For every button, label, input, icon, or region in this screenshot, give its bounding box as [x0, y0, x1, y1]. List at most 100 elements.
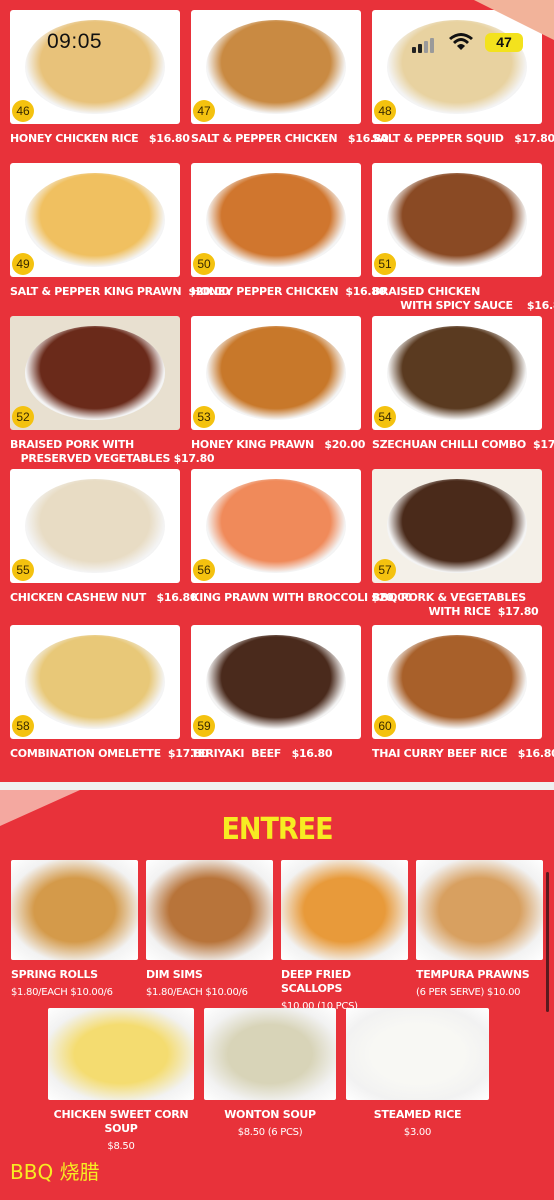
- dish-photo: 51: [372, 163, 542, 277]
- item-name-price: THAI CURRY BEEF RICE $16.80: [372, 747, 554, 760]
- item-name-price: HONEY PEPPER CHICKEN $16.80: [191, 285, 386, 298]
- entree-photo: [346, 1008, 489, 1100]
- dish-photo: 54: [372, 316, 542, 430]
- item-number-badge: 56: [193, 559, 215, 581]
- entree-price: $8.50: [107, 1141, 135, 1152]
- status-bar: 09:05 47: [0, 0, 554, 80]
- entree-price: $1.80/EACH $10.00/6: [146, 987, 248, 998]
- menu-item[interactable]: 55 CHICKEN CASHEW NUT $16.80: [10, 469, 198, 605]
- dish-photo: 52: [10, 316, 180, 430]
- entree-name: DEEP FRIED SCALLOPS: [281, 968, 351, 995]
- entree-item[interactable]: STEAMED RICE $3.00: [346, 1008, 489, 1139]
- menu-item[interactable]: 49 SALT & PEPPER KING PRAWN $20.00: [10, 163, 229, 299]
- menu-item[interactable]: 53 HONEY KING PRAWN $20.00: [191, 316, 366, 452]
- plate: [387, 326, 527, 420]
- item-number-badge: 60: [374, 715, 396, 737]
- entree-item[interactable]: SPRING ROLLS $1.80/EACH $10.00/6: [11, 860, 138, 999]
- item-number-badge: 52: [12, 406, 34, 428]
- menu-item[interactable]: 59 TERIYAKI BEEF $16.80: [191, 625, 361, 761]
- entree-item[interactable]: WONTON SOUP $8.50 (6 PCS): [204, 1008, 336, 1139]
- entree-photo: [48, 1008, 194, 1100]
- item-number-badge: 51: [374, 253, 396, 275]
- item-name-price: BRAISED PORK WITH PRESERVED VEGETABLES $…: [10, 438, 215, 465]
- scrollbar[interactable]: [546, 872, 549, 1012]
- bbq-heading: BBQ 烧腊: [10, 1160, 100, 1184]
- dish-photo: 60: [372, 625, 542, 739]
- entree-photo: [416, 860, 543, 960]
- item-number-badge: 50: [193, 253, 215, 275]
- menu-item[interactable]: 50 HONEY PEPPER CHICKEN $16.80: [191, 163, 386, 299]
- dish-photo: 49: [10, 163, 180, 277]
- item-number-badge: 46: [12, 100, 34, 122]
- menu-item[interactable]: 51 BRAISED CHICKEN WITH SPICY SAUCE $16.8…: [372, 163, 554, 313]
- dish-photo: 53: [191, 316, 361, 430]
- item-name-price: SALT & PEPPER CHICKEN $16.80: [191, 132, 389, 145]
- section-divider: [0, 782, 554, 790]
- entree-photo: [146, 860, 273, 960]
- item-name-price: HONEY CHICKEN RICE $16.80: [10, 132, 190, 145]
- item-name-price: SZECHUAN CHILLI COMBO $17.80: [372, 438, 554, 451]
- item-number-badge: 47: [193, 100, 215, 122]
- menu-item[interactable]: 54 SZECHUAN CHILLI COMBO $17.80: [372, 316, 554, 452]
- item-number-badge: 59: [193, 715, 215, 737]
- entree-title: ENTREE: [221, 812, 333, 847]
- entree-item[interactable]: CHICKEN SWEET CORN SOUP $8.50: [48, 1008, 194, 1153]
- item-name-price: BRAISED CHICKEN WITH SPICY SAUCE $16.80: [372, 285, 554, 312]
- entree-name: CHICKEN SWEET CORN SOUP: [53, 1108, 189, 1135]
- entree-name: DIM SIMS: [146, 968, 203, 981]
- entree-name: STEAMED RICE: [373, 1108, 462, 1121]
- entree-photo: [204, 1008, 336, 1100]
- cellular-signal-icon: [412, 34, 436, 53]
- item-number-badge: 57: [374, 559, 396, 581]
- entree-name: WONTON SOUP: [224, 1108, 316, 1121]
- plate: [25, 173, 165, 267]
- item-name-price: KING PRAWN WITH BROCCOLI $20.00: [191, 591, 412, 604]
- battery-indicator: 47: [485, 33, 523, 52]
- entree-item[interactable]: DEEP FRIED SCALLOPS $10.00 (10 PCS): [281, 860, 408, 1013]
- plate: [387, 635, 527, 729]
- item-name-price: HONEY KING PRAWN $20.00: [191, 438, 366, 451]
- entree-item[interactable]: DIM SIMS $1.80/EACH $10.00/6: [146, 860, 273, 999]
- plate: [206, 479, 346, 573]
- item-name-price: SALT & PEPPER SQUID $17.80: [372, 132, 554, 145]
- entree-photo: [281, 860, 408, 960]
- item-name-price: SALT & PEPPER KING PRAWN $20.00: [10, 285, 229, 298]
- item-name-price: BBQ PORK & VEGETABLES WITH RICE $17.80: [372, 591, 539, 618]
- entree-photo: [11, 860, 138, 960]
- entree-item[interactable]: TEMPURA PRAWNS (6 PER SERVE) $10.00: [416, 860, 543, 999]
- entree-price: $3.00: [403, 1127, 432, 1138]
- entree-price: (6 PER SERVE) $10.00: [416, 987, 521, 998]
- plate: [25, 635, 165, 729]
- dish-photo: 57: [372, 469, 542, 583]
- menu-item[interactable]: 52 BRAISED PORK WITH PRESERVED VEGETABLES…: [10, 316, 215, 466]
- menu-item[interactable]: 60 THAI CURRY BEEF RICE $16.80: [372, 625, 554, 761]
- dish-photo: 56: [191, 469, 361, 583]
- dish-photo: 50: [191, 163, 361, 277]
- entree-name: TEMPURA PRAWNS: [416, 968, 530, 981]
- menu-grid: 46 HONEY CHICKEN RICE $16.80 47 SALT & PEPP…: [10, 10, 554, 770]
- dish-photo: 59: [191, 625, 361, 739]
- plate: [387, 479, 527, 573]
- entree-price: $1.80/EACH $10.00/6: [11, 987, 113, 998]
- plate: [25, 479, 165, 573]
- item-number-badge: 58: [12, 715, 34, 737]
- item-number-badge: 48: [374, 100, 396, 122]
- item-name-price: COMBINATION OMELETTE $17.80: [10, 747, 209, 760]
- plate: [206, 173, 346, 267]
- plate: [206, 635, 346, 729]
- entree-price: $8.50 (6 PCS): [237, 1127, 303, 1138]
- item-name-price: CHICKEN CASHEW NUT $16.80: [10, 591, 198, 604]
- item-number-badge: 53: [193, 406, 215, 428]
- plate: [387, 173, 527, 267]
- item-name-price: TERIYAKI BEEF $16.80: [191, 747, 333, 760]
- status-time: 09:05: [47, 30, 103, 53]
- menu-item[interactable]: 57 BBQ PORK & VEGETABLES WITH RICE $17.80: [372, 469, 542, 619]
- item-number-badge: 54: [374, 406, 396, 428]
- dish-photo: 55: [10, 469, 180, 583]
- dish-photo: 58: [10, 625, 180, 739]
- entree-name: SPRING ROLLS: [11, 968, 98, 981]
- item-number-badge: 55: [12, 559, 34, 581]
- plate: [25, 326, 165, 420]
- menu-item[interactable]: 56 KING PRAWN WITH BROCCOLI $20.00: [191, 469, 412, 605]
- menu-item[interactable]: 58 COMBINATION OMELETTE $17.80: [10, 625, 209, 761]
